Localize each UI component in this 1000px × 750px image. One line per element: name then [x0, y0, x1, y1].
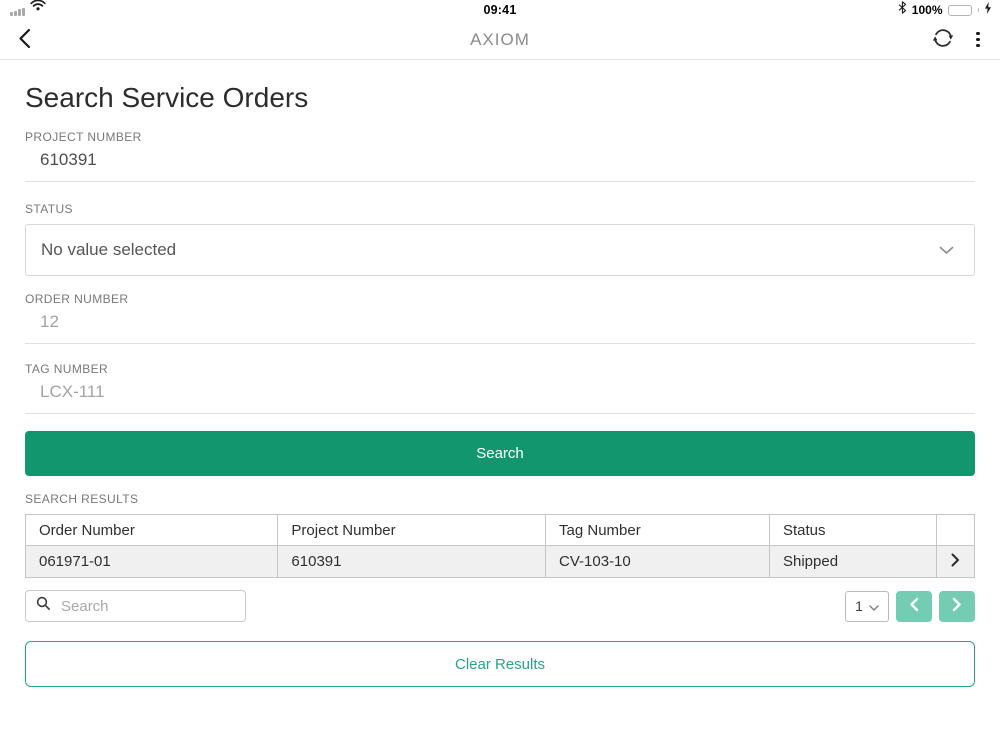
chevron-right-icon	[952, 597, 962, 615]
app-title: AXIOM	[470, 29, 530, 49]
project-number-label: PROJECT NUMBER	[25, 130, 142, 144]
sync-icon	[930, 25, 956, 54]
order-number-input[interactable]	[25, 306, 975, 344]
header-status: Status	[768, 514, 938, 546]
project-number-input[interactable]	[25, 144, 975, 182]
page-title: Search Service Orders	[25, 82, 309, 113]
cell-project-number: 610391	[277, 545, 547, 578]
table-row[interactable]: 061971-01 610391 CV-103-10 Shipped	[24, 545, 975, 578]
search-results-label: SEARCH RESULTS	[25, 492, 139, 506]
cell-status: Shipped	[768, 545, 938, 578]
battery-icon	[947, 4, 972, 16]
chevron-left-icon	[909, 597, 919, 615]
header-detail-column	[936, 514, 975, 546]
search-icon	[36, 596, 51, 616]
order-number-label: ORDER NUMBER	[25, 292, 129, 306]
main-content: Search Service Orders PROJECT NUMBER STA…	[0, 60, 1000, 687]
header-order-number: Order Number	[24, 514, 279, 546]
pagination: 1	[845, 590, 975, 622]
header-tag-number: Tag Number	[545, 514, 770, 546]
sync-button[interactable]	[926, 21, 960, 58]
page-select-value: 1	[855, 598, 863, 614]
table-filter-input[interactable]	[59, 596, 237, 616]
table-controls: 1	[25, 590, 975, 622]
chevron-right-icon	[951, 553, 960, 571]
status-dropdown-value: No value selected	[41, 240, 177, 259]
page-select-chevron-icon	[869, 598, 879, 614]
cell-order-number: 061971-01	[24, 545, 279, 578]
app-header: AXIOM	[0, 20, 1000, 60]
row-detail-button[interactable]	[936, 545, 975, 578]
cell-tag-number: CV-103-10	[545, 545, 770, 578]
kebab-menu-icon	[976, 31, 980, 36]
chevron-down-icon	[939, 240, 954, 260]
clear-results-button[interactable]: Clear Results	[25, 641, 975, 687]
app-screen: 09:41 100% AXIOM Search Service Orders P…	[0, 0, 1000, 750]
status-dropdown[interactable]: No value selected	[25, 224, 975, 276]
overflow-menu-button[interactable]	[970, 28, 986, 52]
tag-number-input[interactable]	[25, 376, 975, 414]
table-filter[interactable]	[25, 590, 246, 622]
next-page-button[interactable]	[939, 590, 975, 622]
search-button[interactable]: Search	[25, 431, 975, 476]
prev-page-button[interactable]	[896, 590, 932, 622]
status-bar-time: 09:41	[483, 3, 517, 17]
results-table: Order Number Project Number Tag Number S…	[24, 514, 975, 578]
page-select[interactable]: 1	[845, 590, 889, 622]
results-header-row: Order Number Project Number Tag Number S…	[24, 514, 975, 546]
tag-number-label: TAG NUMBER	[25, 362, 109, 376]
header-project-number: Project Number	[277, 514, 547, 546]
status-bar: 09:41 100%	[0, 0, 1000, 20]
status-label: STATUS	[25, 202, 73, 216]
